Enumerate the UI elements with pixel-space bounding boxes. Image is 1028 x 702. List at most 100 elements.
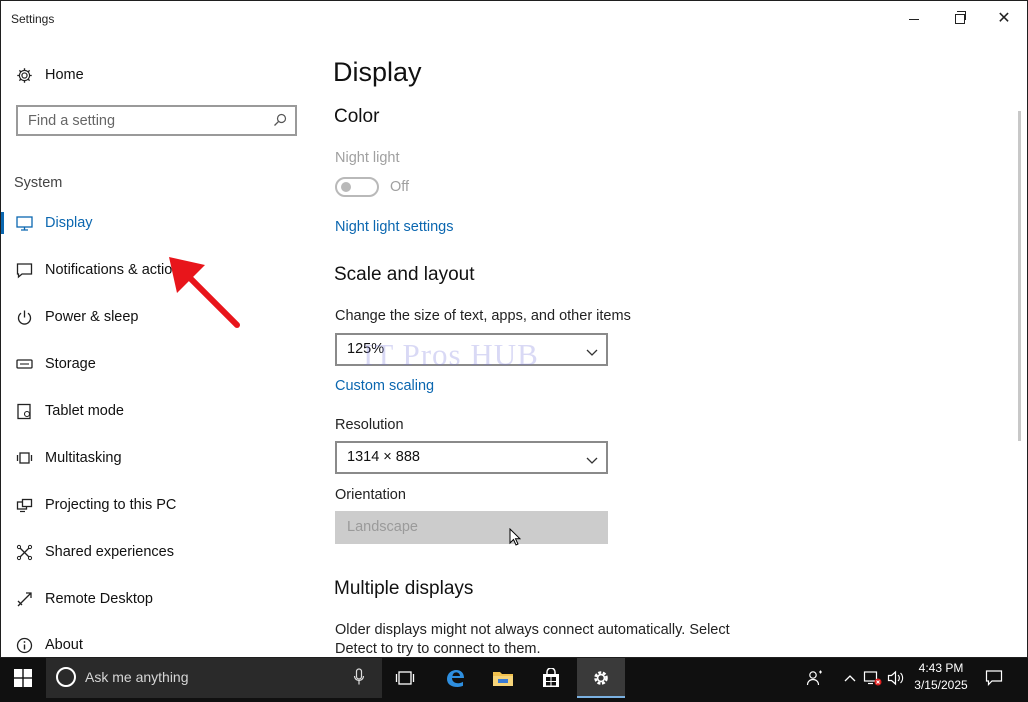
task-view-icon (395, 671, 415, 685)
settings-window: Settings ✕ Home System (0, 0, 1028, 658)
cortana-icon (56, 667, 76, 687)
edge-browser-button[interactable] (432, 658, 478, 698)
multiple-displays-heading: Multiple displays (334, 578, 474, 599)
sidebar-item-label: Multitasking (45, 450, 122, 466)
sidebar-item-storage[interactable]: Storage (1, 346, 301, 382)
sidebar-item-label: Projecting to this PC (45, 497, 177, 513)
sidebar-item-label: Storage (45, 356, 96, 372)
clock-time: 4:43 PM (918, 661, 964, 675)
action-center-button[interactable] (980, 658, 1008, 698)
gear-icon (594, 671, 608, 685)
search-input[interactable] (28, 111, 268, 131)
file-explorer-button[interactable] (480, 658, 526, 698)
monitor-icon (15, 214, 33, 232)
sidebar-item-label: Tablet mode (45, 403, 124, 419)
custom-scaling-link[interactable]: Custom scaling (335, 378, 434, 394)
scale-dropdown[interactable]: 125% (335, 333, 608, 366)
network-disconnected-icon (863, 671, 882, 686)
sidebar-item-label: Shared experiences (45, 544, 174, 560)
restore-button[interactable] (937, 1, 983, 37)
storage-icon (15, 355, 33, 373)
sidebar-item-label: Remote Desktop (45, 591, 153, 607)
windows-logo-icon (14, 669, 32, 687)
settings-taskbar-button[interactable] (577, 658, 625, 698)
network-button[interactable] (862, 658, 884, 698)
multitasking-icon (15, 449, 33, 467)
info-icon (15, 636, 33, 654)
chevron-down-icon (586, 452, 598, 470)
sidebar-section-heading: System (14, 175, 63, 191)
notification-icon (15, 261, 33, 279)
resolution-dropdown[interactable]: 1314 × 888 (335, 441, 608, 474)
title-bar: Settings ✕ (1, 1, 1027, 37)
scrollbar[interactable] (1018, 111, 1021, 441)
projecting-icon (15, 496, 33, 514)
close-icon: ✕ (997, 10, 1011, 27)
page-title: Display (333, 57, 422, 87)
cortana-search-box[interactable]: Ask me anything (46, 658, 382, 698)
sidebar-home[interactable]: Home (1, 57, 301, 93)
speaker-icon (887, 670, 904, 686)
remote-desktop-icon (15, 590, 33, 608)
orientation-dropdown[interactable]: Landscape (335, 511, 608, 544)
restore-icon (955, 11, 966, 24)
resolution-value: 1314 × 888 (347, 449, 420, 465)
main-content: Display Color Night light Off Night ligh… (311, 37, 1011, 657)
night-light-settings-link[interactable]: Night light settings (335, 219, 453, 235)
minimize-icon (909, 18, 919, 20)
multiple-displays-text: Older displays might not always connect … (335, 622, 730, 638)
show-hidden-icons-button[interactable] (838, 658, 862, 698)
resolution-label: Resolution (335, 417, 404, 433)
sidebar-item-notifications[interactable]: Notifications & actions (1, 252, 301, 288)
sidebar-item-label: About (45, 637, 83, 653)
gear-icon (15, 66, 33, 84)
sidebar-item-display[interactable]: Display (1, 205, 301, 241)
night-light-state: Off (390, 179, 410, 195)
sidebar-item-remote-desktop[interactable]: Remote Desktop (1, 581, 301, 617)
chevron-up-icon (844, 675, 856, 682)
minimize-button[interactable] (891, 1, 937, 37)
night-light-label: Night light (335, 150, 400, 166)
orientation-value: Landscape (347, 519, 418, 535)
scale-layout-heading: Scale and layout (334, 264, 475, 285)
store-button[interactable] (528, 658, 574, 698)
folder-icon (493, 672, 513, 686)
red-arrow-annotation (169, 257, 240, 328)
taskbar-clock[interactable]: 4:43 PM 3/15/2025 (908, 660, 974, 696)
clock-date: 3/15/2025 (914, 678, 968, 692)
sidebar-item-label: Power & sleep (45, 309, 139, 325)
sidebar-home-label: Home (45, 67, 84, 83)
scale-label: Change the size of text, apps, and other… (335, 308, 631, 324)
search-icon[interactable] (273, 113, 287, 132)
taskbar: Ask me anything 4:43 PM 3/15/2025 (0, 658, 1028, 702)
sidebar-item-multitasking[interactable]: Multitasking (1, 440, 301, 476)
find-setting-search[interactable] (16, 105, 297, 136)
microphone-icon[interactable] (353, 668, 365, 686)
sidebar-item-shared-experiences[interactable]: Shared experiences (1, 534, 301, 570)
tablet-icon (15, 402, 33, 420)
people-button[interactable] (797, 658, 833, 698)
mouse-cursor-icon (509, 528, 521, 546)
power-icon (15, 308, 33, 326)
sidebar-item-power-sleep[interactable]: Power & sleep (1, 299, 301, 335)
sidebar-item-projecting[interactable]: Projecting to this PC (1, 487, 301, 523)
task-view-button[interactable] (382, 658, 428, 698)
people-icon (806, 670, 822, 686)
start-button[interactable] (0, 658, 46, 698)
scale-value: 125% (347, 341, 385, 357)
sidebar-item-about[interactable]: About (1, 627, 301, 657)
color-heading: Color (334, 106, 380, 127)
chevron-down-icon (586, 344, 598, 362)
volume-button[interactable] (884, 658, 908, 698)
sidebar-item-label: Display (45, 215, 93, 231)
multiple-displays-text-2: Detect to try to connect to them. (335, 641, 541, 657)
cortana-placeholder: Ask me anything (85, 669, 189, 685)
sidebar-item-tablet-mode[interactable]: Tablet mode (1, 393, 301, 429)
night-light-toggle[interactable] (335, 177, 379, 197)
store-icon (543, 668, 559, 687)
toggle-knob (341, 182, 351, 192)
close-button[interactable]: ✕ (981, 1, 1027, 37)
sidebar: Home System Display Notifications & acti… (1, 37, 311, 657)
edge-icon (447, 670, 464, 687)
action-center-icon (985, 670, 1003, 686)
